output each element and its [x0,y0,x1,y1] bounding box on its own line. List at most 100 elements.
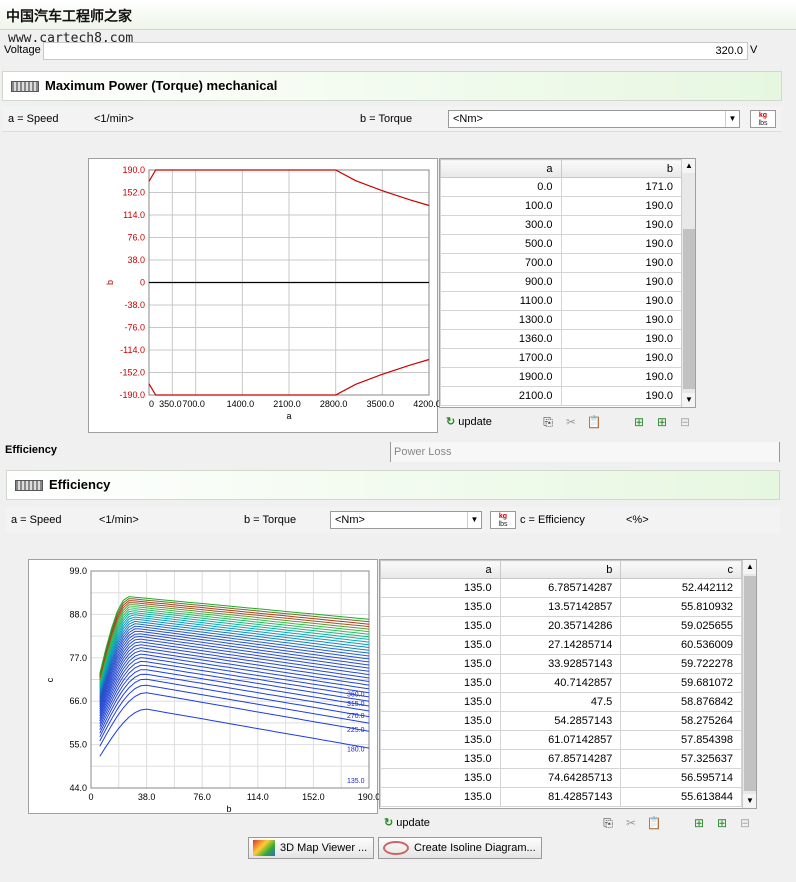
power-b-unit-select[interactable]: <Nm> ▼ [448,110,740,128]
chevron-down-icon[interactable]: ▼ [467,512,481,528]
insert-row-icon[interactable]: ⊞ [691,815,707,831]
table-cell[interactable]: 58.876842 [620,692,742,712]
paste-icon[interactable]: 📋 [586,414,602,430]
table-cell[interactable]: 500.0 [440,234,562,254]
table-cell[interactable]: 171.0 [560,177,683,197]
table-cell[interactable]: 135.0 [380,654,501,674]
update-button[interactable]: ↻ update [446,414,492,430]
table-cell[interactable]: 0.0 [440,177,562,197]
table-cell[interactable]: 1360.0 [440,329,562,349]
table-row[interactable]: 135.0 81.42857143 55.613844 [380,787,742,807]
table-cell[interactable]: 135.0 [380,711,501,731]
table-cell[interactable]: 135.0 [380,730,501,750]
table-cell[interactable]: 700.0 [440,253,562,273]
table-row[interactable]: 100.0 190.0 [440,196,683,216]
table-row[interactable]: 500.0 190.0 [440,234,683,254]
table-cell[interactable]: 56.595714 [620,768,742,788]
table-cell[interactable]: 1100.0 [440,291,562,311]
table-cell[interactable]: 58.275264 [620,711,742,731]
table-row[interactable]: 135.0 61.07142857 57.854398 [380,730,742,750]
table-row[interactable]: 0.0 171.0 [440,177,683,197]
table-cell[interactable]: 135.0 [380,616,501,636]
unit-toggle-button[interactable]: kg lbs [750,110,776,128]
tab-efficiency[interactable]: Efficiency [2,440,390,460]
table-cell[interactable]: 190.0 [560,348,683,368]
table-cell[interactable]: 1300.0 [440,310,562,330]
table-cell[interactable]: 13.57142857 [499,597,622,617]
append-row-icon[interactable]: ⊞ [654,414,670,430]
col-b-header[interactable]: b [499,560,622,579]
table-cell[interactable]: 190.0 [560,272,683,292]
table-cell[interactable]: 61.07142857 [499,730,622,750]
table-row[interactable]: 135.0 67.85714287 57.325637 [380,749,742,769]
col-c-header[interactable]: c [620,560,742,579]
table-row[interactable]: 700.0 190.0 [440,253,683,273]
table-cell[interactable]: 190.0 [560,367,683,387]
table-cell[interactable]: 190.0 [560,329,683,349]
table-cell[interactable]: 135.0 [380,597,501,617]
table-row[interactable]: 135.0 13.57142857 55.810932 [380,597,742,617]
delete-row-icon[interactable]: ⊟ [737,815,753,831]
copy-icon[interactable]: ⎘ [540,414,556,430]
table-row[interactable]: 2100.0 190.0 [440,386,683,406]
table-cell[interactable]: 135.0 [380,749,501,769]
table-row[interactable]: 135.0 47.5 58.876842 [380,692,742,712]
col-b-header[interactable]: b [560,159,683,178]
table-row[interactable]: 135.0 40.7142857 59.681072 [380,673,742,693]
table-row[interactable]: 135.0 33.92857143 59.722278 [380,654,742,674]
cut-icon[interactable]: ✂ [563,414,579,430]
table-cell[interactable]: 20.35714286 [499,616,622,636]
table-row[interactable]: 135.0 27.14285714 60.536009 [380,635,742,655]
scroll-thumb[interactable] [683,229,695,389]
table-row[interactable]: 900.0 190.0 [440,272,683,292]
3d-map-viewer-button[interactable]: 3D Map Viewer ... [248,837,374,859]
table-cell[interactable]: 190.0 [560,253,683,273]
eff-b-unit-select[interactable]: <Nm> ▼ [330,511,482,529]
table-cell[interactable]: 6.785714287 [499,578,622,598]
paste-icon[interactable]: 📋 [646,815,662,831]
table-cell[interactable]: 59.025655 [620,616,742,636]
table-cell[interactable]: 57.854398 [620,730,742,750]
voltage-input[interactable]: 320.0 [43,42,748,60]
table-cell[interactable]: 2100.0 [440,386,562,406]
unit-toggle-button[interactable]: kg lbs [490,511,516,529]
col-a-header[interactable]: a [380,560,501,579]
table-cell[interactable]: 60.536009 [620,635,742,655]
scroll-down-icon[interactable]: ▼ [743,794,756,808]
table-cell[interactable]: 40.7142857 [499,673,622,693]
scroll-up-icon[interactable]: ▲ [743,560,756,574]
table-row[interactable]: 300.0 190.0 [440,215,683,235]
table-row[interactable]: 1900.0 190.0 [440,367,683,387]
table-cell[interactable]: 59.722278 [620,654,742,674]
table-cell[interactable]: 55.810932 [620,597,742,617]
table-cell[interactable]: 135.0 [380,768,501,788]
chevron-down-icon[interactable]: ▼ [725,111,739,127]
table-cell[interactable]: 57.325637 [620,749,742,769]
table-cell[interactable]: 47.5 [499,692,622,712]
table-cell[interactable]: 190.0 [560,215,683,235]
table-cell[interactable]: 1900.0 [440,367,562,387]
insert-row-icon[interactable]: ⊞ [631,414,647,430]
power-table-scrollbar[interactable]: ▲ ▼ [681,159,695,407]
table-cell[interactable]: 67.85714287 [499,749,622,769]
collapse-icon[interactable] [15,480,43,492]
table-row[interactable]: 135.0 74.64285713 56.595714 [380,768,742,788]
table-cell[interactable]: 190.0 [560,196,683,216]
delete-row-icon[interactable]: ⊟ [677,414,693,430]
collapse-icon[interactable] [11,81,39,93]
col-a-header[interactable]: a [440,159,562,178]
table-row[interactable]: 135.0 6.785714287 52.442112 [380,578,742,598]
table-row[interactable]: 135.0 20.35714286 59.025655 [380,616,742,636]
table-cell[interactable]: 190.0 [560,291,683,311]
table-cell[interactable]: 33.92857143 [499,654,622,674]
scroll-down-icon[interactable]: ▼ [682,393,695,407]
cut-icon[interactable]: ✂ [623,815,639,831]
table-cell[interactable]: 54.2857143 [499,711,622,731]
table-cell[interactable]: 135.0 [380,787,501,807]
update-button[interactable]: ↻ update [384,815,430,831]
table-row[interactable]: 1100.0 190.0 [440,291,683,311]
table-cell[interactable]: 81.42857143 [499,787,622,807]
table-cell[interactable]: 100.0 [440,196,562,216]
scroll-up-icon[interactable]: ▲ [682,159,695,173]
table-row[interactable]: 135.0 54.2857143 58.275264 [380,711,742,731]
